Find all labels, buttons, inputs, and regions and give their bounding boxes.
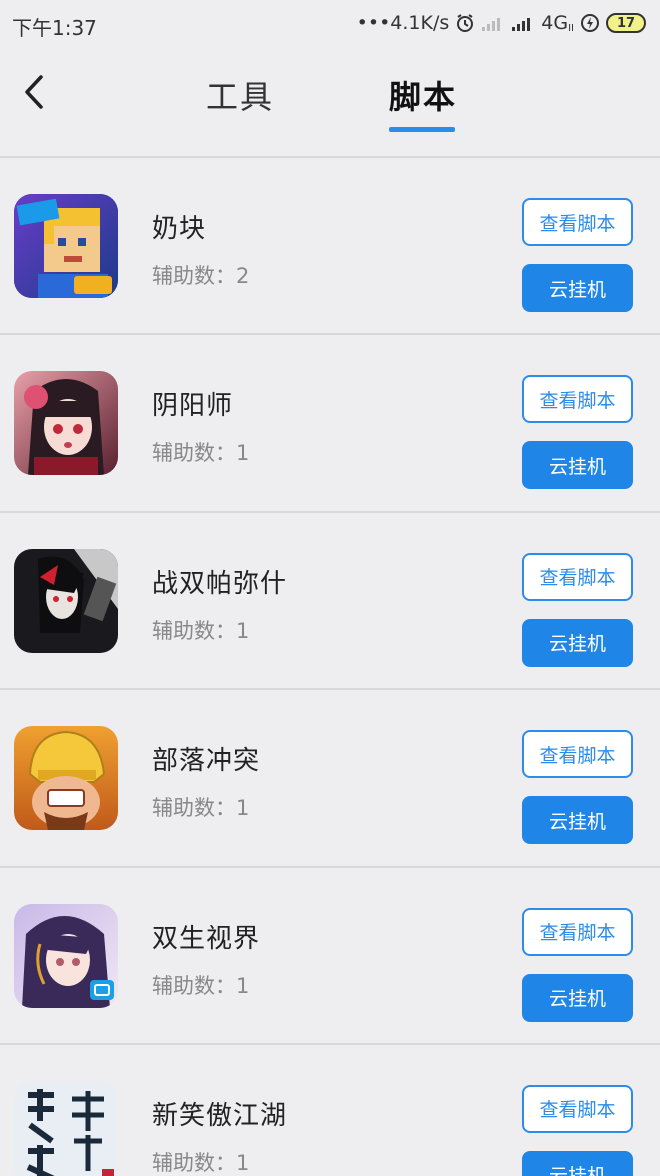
cloud-hosting-button[interactable]: 云挂机 (522, 618, 633, 667)
app-name: 奶块 (152, 214, 207, 244)
view-script-button[interactable]: 查看脚本 (522, 1084, 633, 1133)
app-icon-punishing[interactable] (14, 548, 118, 653)
view-script-button[interactable]: 查看脚本 (522, 730, 633, 779)
network-suffix: II (568, 22, 574, 34)
network-speed: •••4.1K/s (356, 12, 450, 34)
network-type: 4G (541, 12, 569, 34)
list-item: 战双帕弥什 辅助数：1 查看脚本 云挂机 (0, 513, 660, 691)
app-icon-shuangsheng[interactable] (14, 903, 118, 1008)
app-helper-count: 辅助数：1 (152, 618, 250, 643)
app-helper-count: 辅助数：1 (152, 973, 250, 998)
list-item: 双生视界 辅助数：1 查看脚本 云挂机 (0, 868, 660, 1045)
view-script-button[interactable]: 查看脚本 (522, 198, 633, 246)
app-name: 阴阳师 (152, 391, 234, 422)
battery-icon: 17 (606, 13, 646, 33)
script-app-list: 奶块 辅助数：2 查看脚本 云挂机 阴阳师 辅助数：1 查看脚本 云挂机 战双帕… (0, 158, 660, 1176)
cloud-hosting-button[interactable]: 云挂机 (522, 1150, 633, 1176)
chevron-left-icon (25, 75, 43, 109)
app-name: 部落冲突 (152, 746, 261, 777)
app-helper-count: 辅助数：2 (152, 264, 250, 288)
app-helper-count: 辅助数：1 (152, 796, 250, 821)
app-icon-clash-of-clans[interactable] (14, 726, 118, 831)
status-time: 下午1:37 (12, 16, 97, 40)
signal-icon (511, 14, 535, 32)
app-icon-xiaoao-jianghu[interactable] (14, 1080, 118, 1176)
active-tab-indicator (389, 127, 455, 132)
app-icon-naikuai[interactable] (14, 194, 118, 298)
cloud-hosting-button[interactable]: 云挂机 (522, 973, 633, 1022)
cloud-hosting-button[interactable]: 云挂机 (522, 264, 633, 312)
app-helper-count: 辅助数：1 (152, 1150, 250, 1175)
status-bar: 下午1:37 •••4.1K/s 4G II 17 (0, 0, 660, 52)
view-script-button[interactable]: 查看脚本 (522, 375, 633, 424)
app-name: 双生视界 (152, 923, 261, 954)
view-script-button[interactable]: 查看脚本 (522, 552, 633, 601)
charging-icon (580, 13, 600, 33)
app-name: 战双帕弥什 (152, 568, 288, 599)
cloud-hosting-button[interactable]: 云挂机 (522, 796, 633, 845)
tab-scripts[interactable]: 脚本 (389, 72, 457, 118)
signal-empty-icon (481, 14, 505, 32)
back-button[interactable] (14, 72, 54, 112)
list-item: 阴阳师 辅助数：1 查看脚本 云挂机 (0, 335, 660, 513)
list-item: 部落冲突 辅助数：1 查看脚本 云挂机 (0, 690, 660, 868)
app-icon-yinyangshi[interactable] (14, 371, 118, 476)
app-helper-count: 辅助数：1 (152, 441, 250, 466)
status-icons: •••4.1K/s 4G II 17 (357, 12, 646, 34)
tab-tools[interactable]: 工具 (206, 72, 274, 118)
view-script-button[interactable]: 查看脚本 (522, 907, 633, 956)
top-nav: 工具 脚本 (0, 52, 660, 156)
alarm-icon (455, 13, 475, 33)
list-item: 新笑傲江湖 辅助数：1 查看脚本 云挂机 (0, 1045, 660, 1176)
list-item: 奶块 辅助数：2 查看脚本 云挂机 (0, 158, 660, 336)
app-name: 新笑傲江湖 (152, 1100, 288, 1131)
cloud-hosting-button[interactable]: 云挂机 (522, 441, 633, 490)
